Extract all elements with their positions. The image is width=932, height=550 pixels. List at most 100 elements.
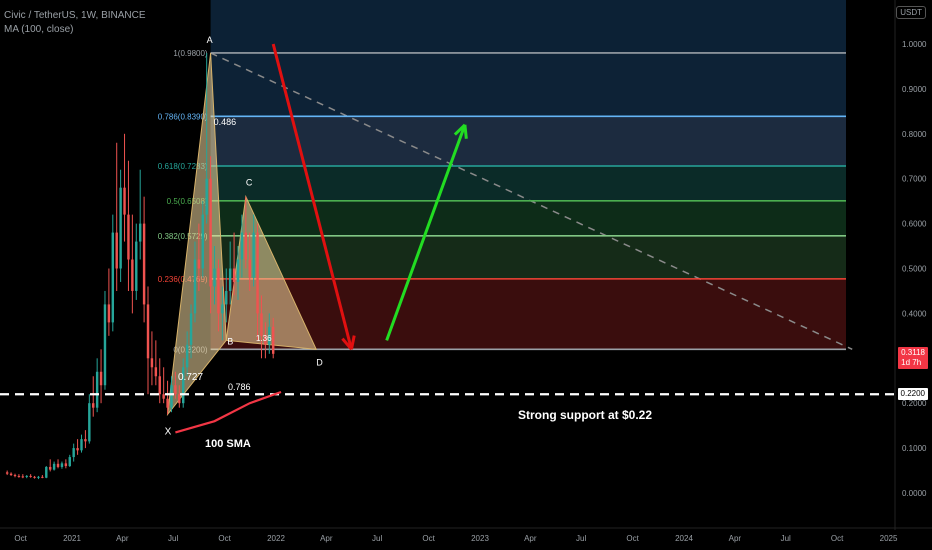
price-tick-label: 0.6000 [902,220,927,229]
candle-body [80,439,83,451]
time-tick-label: Jul [576,534,586,543]
candle-body [64,463,68,467]
candle-body [225,290,228,305]
candle-body [174,385,177,395]
candle-body [271,326,275,354]
price-tick-label: 0.8000 [902,130,927,139]
point-d-label: D [316,357,323,367]
ratio-xd-label: 0.786 [228,382,251,392]
price-tick-label: 0.7000 [902,175,927,184]
time-tick-label: 2021 [63,534,81,543]
time-tick-label: Oct [14,534,27,543]
ratio-bd-label: 1.36 [256,334,272,343]
candle-body [127,214,130,260]
candle-body [56,463,60,467]
candle-body [21,476,25,478]
candle-body [154,367,158,377]
candle-body [9,473,13,476]
candle-body [72,448,75,458]
candle-body [158,376,161,395]
price-tick-label: 0.4000 [902,309,927,318]
candle-body [205,178,208,215]
time-tick-label: Oct [626,534,639,543]
indicator-legend: MA (100, close) [4,24,74,35]
candle-body [99,371,103,386]
candle-body [76,448,79,451]
candle-body [162,394,165,399]
point-b-label: B [227,336,233,346]
price-tick-label: 1.0000 [902,40,927,49]
candle-body [142,223,146,305]
candle-body [244,232,248,260]
candle-body [25,475,28,477]
price-tick-label: 0.9000 [902,85,927,94]
ratio-xb-label: 0.727 [178,372,203,383]
candle-body [107,304,111,323]
candle-body [213,268,216,287]
point-a-label: A [207,35,213,45]
time-tick-label: Apr [320,534,333,543]
ratio-ab-label: 0.486 [214,117,237,127]
candle-body [111,232,115,323]
point-x-label: X [165,426,172,437]
candle-body [5,472,9,474]
time-tick-label: Apr [729,534,742,543]
candle-body [201,214,204,269]
time-tick-label: Oct [831,534,844,543]
candle-body [185,344,189,368]
candle-body [197,259,201,269]
candle-body [170,385,173,408]
candle-body [221,304,224,314]
currency-badge[interactable]: USDT [896,6,926,19]
candle-body [84,439,87,442]
candle-body [260,313,263,336]
candle-body [60,463,64,467]
time-tick-label: Oct [422,534,435,543]
candle-body [17,475,21,477]
candle-body [123,187,126,215]
fib-level-label: 0.786(0.8390) [158,112,208,121]
time-tick-label: 2023 [471,534,489,543]
last-price-value: 0.3118 [901,348,925,357]
price-tick-label: 0.2000 [902,399,927,408]
candle-body [92,403,95,408]
candle-body [135,241,138,291]
candle-body [228,268,232,291]
fib-zone [210,0,846,53]
symbol-title: Civic / TetherUS, 1W, BINANCE [4,10,146,21]
point-c-label: C [246,178,253,188]
candle-body [146,304,150,359]
sma-label: 100 SMA [205,438,251,450]
candle-body [13,475,17,477]
support-price-badge: 0.2200 [897,388,928,401]
candle-body [189,313,193,345]
price-tick-label: 0.0000 [902,489,927,498]
time-tick-label: Apr [524,534,537,543]
time-tick-label: Apr [116,534,129,543]
time-tick-label: 2025 [880,534,898,543]
fib-zone [210,200,846,236]
candle-body [193,259,197,314]
candle-body [209,178,212,287]
fib-level-label: 1(0.9800) [173,49,208,58]
candle-body [29,475,32,477]
candle-body [48,466,52,470]
candle-body [119,187,122,269]
last-price-badge: 0.3118 1d 7h [898,347,928,369]
candle-body [150,358,154,368]
candle-body [217,268,220,314]
time-tick-label: Jul [372,534,382,543]
time-tick-label: Jul [168,534,178,543]
time-tick-label: 2022 [267,534,285,543]
chart-screen: 1(0.9800) 0.786(0.8390) 0.618(0.7283) 0.5(0… [0,0,932,550]
price-chart[interactable]: 1(0.9800)0.786(0.8390)0.618(0.7283)0.5(0… [0,0,932,550]
fib-zone [210,235,846,279]
time-tick-label: Oct [218,534,231,543]
candle-body [52,463,56,470]
candle-body [45,466,48,478]
bullish-arrow-head [463,124,468,139]
candle-body [166,398,169,408]
countdown-value: 1d 7h [901,358,922,367]
candle-body [240,232,244,260]
candle-body [252,232,255,278]
